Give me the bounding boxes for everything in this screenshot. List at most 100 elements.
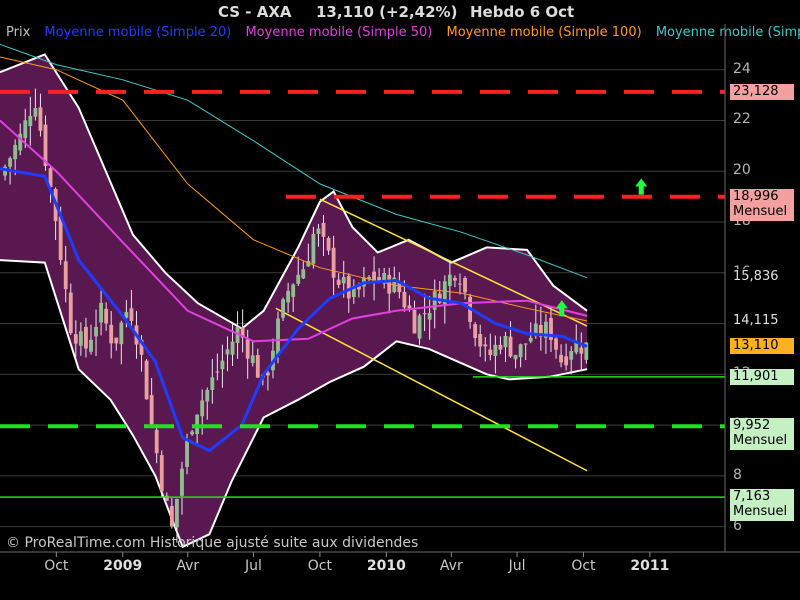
candle-body (528, 337, 533, 342)
x-tick-label: 2011 (630, 558, 670, 574)
candle-body (331, 247, 336, 278)
level-price-label: 9,952 Mensuel (730, 418, 794, 451)
candle-body (129, 308, 134, 321)
candle-body (109, 324, 114, 344)
candle-body (180, 468, 184, 496)
candle-body (533, 323, 538, 335)
candle-body (569, 351, 574, 360)
candle-body (427, 313, 432, 320)
candle-body (58, 216, 63, 261)
x-tick-label: Oct (571, 558, 596, 574)
candle-body (94, 326, 98, 337)
candle-body (301, 269, 306, 279)
candle-body (255, 355, 260, 378)
candle-body (230, 341, 235, 355)
price-marker: 14,115 (730, 312, 794, 329)
x-tick-label: 2010 (366, 558, 406, 574)
candle-body (447, 274, 452, 286)
candle-body (89, 339, 93, 352)
candle-body (291, 284, 296, 297)
candle-body (518, 344, 523, 358)
candle-body (190, 431, 195, 435)
source-credit: © ProRealTime.com Historique ajusté suit… (6, 535, 419, 551)
price-marker: 15,836 (730, 268, 794, 285)
x-tick-label: Oct (307, 558, 332, 574)
candle-body (493, 344, 498, 356)
candle-body (503, 335, 508, 348)
candle-body (286, 290, 291, 303)
candle-body (473, 324, 478, 338)
candle-body (23, 120, 28, 139)
candle-body (276, 318, 280, 355)
candle-body (341, 276, 346, 284)
candle-body (321, 222, 326, 237)
candle-body (169, 506, 174, 527)
x-tick-label: Avr (439, 558, 463, 574)
x-tick-label: Jul (508, 558, 526, 574)
level-price-label: 11,901 (730, 368, 794, 385)
candle-body (311, 233, 316, 264)
candle-body (463, 277, 467, 293)
candle-body (185, 439, 189, 467)
candle-body (114, 337, 119, 344)
candle-body (210, 377, 215, 390)
chart-window: CS - AXA 13,110 (+2,42%) Hebdo 6 Oct Pri… (0, 0, 800, 600)
candle-body (250, 355, 255, 364)
candle-body (205, 389, 210, 402)
candle-body (144, 360, 149, 400)
candle-body (8, 158, 13, 167)
candle-body (513, 354, 518, 360)
candle-body (523, 343, 528, 345)
candle-body (33, 107, 38, 117)
y-tick-label: 20 (733, 162, 751, 179)
y-tick-label: 8 (733, 466, 742, 483)
candle-body (174, 498, 179, 528)
plot-area (0, 24, 800, 557)
last-price-marker: 13,110 (730, 338, 794, 355)
candle-body (564, 356, 569, 366)
candle-body (149, 395, 154, 425)
level-price-label: 7,163 Mensuel (730, 489, 794, 522)
candle-body (498, 344, 503, 350)
candle-body (159, 455, 164, 492)
candle-body (63, 261, 68, 290)
candle-body (296, 274, 301, 284)
level-price-label: 23,128 (730, 83, 794, 100)
level-price-label: 18,996 Mensuel (730, 188, 794, 221)
candle-body (281, 299, 285, 318)
signal-arrow-up (635, 178, 648, 195)
x-tick-label: 2009 (103, 558, 143, 574)
candle-body (68, 292, 73, 334)
candle-body (412, 310, 417, 334)
candle-body (316, 228, 321, 234)
candle-body (417, 315, 422, 339)
candle-body (478, 333, 483, 347)
candle-body (119, 322, 124, 345)
candle-body (488, 349, 493, 356)
candle-body (265, 372, 270, 376)
x-tick-label: Oct (44, 558, 69, 574)
candle-body (554, 338, 558, 350)
candle-body (38, 107, 43, 131)
candle-body (84, 326, 88, 349)
y-tick-label: 24 (733, 60, 751, 77)
candle-body (453, 277, 457, 281)
candle-body (99, 302, 104, 323)
candle-body (422, 313, 427, 315)
candle-body (336, 279, 341, 285)
candle-body (559, 354, 564, 363)
candle-body (402, 291, 407, 308)
candle-body (346, 275, 351, 299)
candle-body (215, 371, 220, 373)
candle-body (326, 237, 331, 251)
x-tick-label: Jul (245, 558, 262, 574)
candle-body (579, 347, 584, 354)
candle-body (13, 145, 18, 160)
candle-body (78, 331, 83, 346)
candle-body (225, 349, 230, 355)
candle-body (28, 115, 33, 126)
candle-body (508, 336, 513, 357)
candle-body (220, 360, 225, 370)
candle-body (154, 429, 159, 454)
candle-body (73, 334, 78, 344)
